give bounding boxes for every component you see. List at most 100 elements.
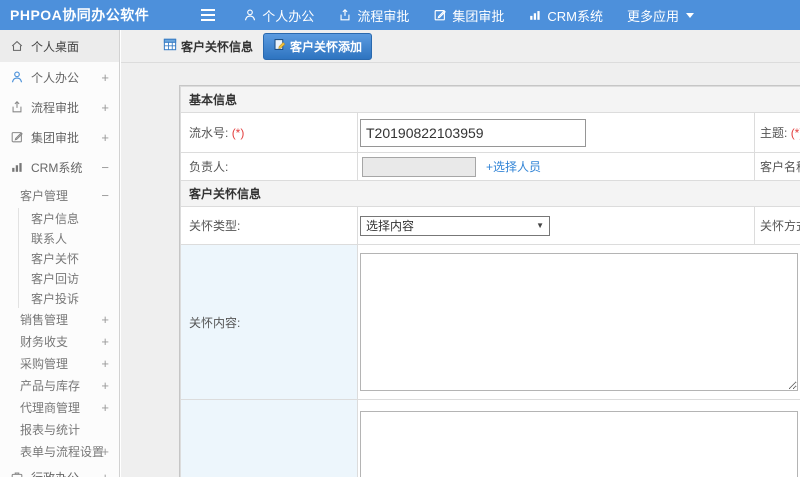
sidebar-item-label: 销售管理 — [20, 312, 69, 327]
nav-item-flow-approval[interactable]: 流程审批 — [338, 6, 409, 25]
sidebar-item-personal-office[interactable]: 个人办公 + — [0, 62, 119, 92]
caret-down-icon — [685, 12, 694, 18]
expand-icon[interactable]: + — [101, 334, 109, 349]
customer-care-form: 基本信息 流水号: (*) 主题: (*) 负责人: +选择人员 — [179, 86, 800, 477]
extra-row-label — [180, 399, 358, 477]
sidebar-item-finance[interactable]: 财务收支 + — [0, 330, 119, 352]
sidebar-item-customer-info[interactable]: 客户信息 — [19, 208, 119, 228]
sidebar-item-desktop[interactable]: 个人桌面 — [0, 30, 119, 62]
expand-icon[interactable]: + — [101, 444, 109, 459]
section-header-care-info: 客户关怀信息 — [179, 180, 800, 207]
menu-toggle-icon[interactable] — [199, 5, 217, 25]
flow-approve-icon — [338, 8, 352, 22]
nav-item-personal-office[interactable]: 个人办公 — [243, 6, 314, 25]
serial-number-cell — [357, 112, 755, 153]
required-mark: (*) — [231, 126, 245, 140]
expand-icon[interactable]: − — [101, 188, 109, 203]
sidebar-item-label: 客户回访 — [31, 271, 80, 286]
selected-option-label: 选择内容 — [366, 219, 415, 233]
sidebar-item-customer-complaint[interactable]: 客户投诉 — [19, 288, 119, 308]
sidebar-item-group-approval[interactable]: 集团审批 + — [0, 122, 119, 152]
expand-icon[interactable]: + — [101, 312, 109, 327]
edit-square-icon — [10, 130, 24, 144]
sidebar-item-form-flow-settings[interactable]: 表单与流程设置 + — [0, 440, 119, 462]
required-mark: (*) — [790, 126, 800, 140]
sidebar-item-label: 客户管理 — [20, 188, 69, 203]
sidebar-item-label: 客户关怀 — [31, 251, 80, 266]
sidebar-item-label: 流程审批 — [31, 100, 80, 115]
expand-icon[interactable]: + — [101, 400, 109, 415]
care-content-textarea[interactable] — [360, 253, 798, 391]
form-add-icon — [273, 38, 286, 54]
sidebar-item-product-inventory[interactable]: 产品与库存 + — [0, 374, 119, 396]
expand-icon[interactable]: + — [101, 470, 109, 477]
sidebar-item-sales-mgmt[interactable]: 销售管理 + — [0, 308, 119, 330]
nav-label: 个人办公 — [262, 8, 315, 24]
sidebar-item-customer-revisit[interactable]: 客户回访 — [19, 268, 119, 288]
tab-care-add[interactable]: 客户关怀添加 — [263, 32, 373, 60]
expand-icon[interactable]: − — [101, 160, 109, 175]
nav-item-group-approval[interactable]: 集团审批 — [433, 6, 504, 25]
sidebar-item-admin-office[interactable]: 行政办公 + — [0, 462, 119, 477]
sidebar-item-purchase-mgmt[interactable]: 采购管理 + — [0, 352, 119, 374]
sidebar-item-reports-stats[interactable]: 报表与统计 — [0, 418, 119, 440]
serial-number-label: 流水号: (*) — [180, 112, 358, 153]
form-panel: 基本信息 流水号: (*) 主题: (*) 负责人: +选择人员 — [179, 85, 800, 477]
care-method-label: 关怀方式: — [754, 206, 800, 245]
extra-content-cell — [356, 399, 800, 477]
expand-icon[interactable]: + — [101, 100, 109, 115]
sidebar-item-label: 采购管理 — [20, 356, 69, 371]
sidebar-item-flow-approval[interactable]: 流程审批 + — [0, 92, 119, 122]
expand-icon[interactable]: + — [101, 130, 109, 145]
tab-bar: 客户关怀信息 客户关怀添加 — [121, 30, 800, 63]
section-header-basic-info: 基本信息 — [179, 86, 800, 113]
briefcase-icon — [10, 470, 24, 477]
nav-label: 更多应用 — [626, 8, 679, 24]
sidebar-item-label: 个人办公 — [31, 70, 80, 85]
owner-cell: +选择人员 — [357, 152, 755, 181]
select-person-link[interactable]: +选择人员 — [486, 160, 541, 174]
extra-content-textarea[interactable] — [360, 411, 798, 477]
care-type-label: 关怀类型: — [180, 206, 358, 245]
tab-label: 客户关怀信息 — [181, 39, 254, 54]
care-type-select[interactable]: 选择内容 ▼ — [360, 215, 550, 236]
nav-label: CRM系统 — [547, 8, 603, 24]
expand-icon[interactable]: + — [101, 378, 109, 393]
sidebar-item-agent-mgmt[interactable]: 代理商管理 + — [0, 396, 119, 418]
user-icon — [10, 70, 24, 84]
nav-item-more-apps[interactable]: 更多应用 — [627, 6, 694, 25]
expand-icon[interactable]: + — [101, 70, 109, 85]
customer-mgmt-submenu: 客户信息 联系人 客户关怀 客户回访 客户投诉 — [18, 208, 119, 308]
caret-down-icon: ▼ — [536, 221, 544, 230]
sidebar-item-contacts[interactable]: 联系人 — [19, 228, 119, 248]
owner-input[interactable] — [362, 156, 476, 177]
top-navbar: PHPOA协同办公软件 个人办公 流程审批 集团审批 CRM系统 更多应用 — [0, 0, 800, 30]
user-icon — [243, 8, 257, 22]
sidebar-item-label: 产品与库存 — [20, 378, 81, 393]
sidebar-item-crm[interactable]: CRM系统 − — [0, 152, 119, 182]
sidebar-item-label: CRM系统 — [31, 160, 83, 175]
edit-square-icon — [433, 8, 447, 22]
customer-name-label: 客户名称: (*) — [754, 152, 800, 181]
subject-label: 主题: (*) — [754, 112, 800, 153]
bar-chart-icon — [10, 160, 24, 174]
sidebar-item-label: 个人桌面 — [31, 39, 80, 54]
sidebar-item-customer-care[interactable]: 客户关怀 — [19, 248, 119, 268]
sidebar-item-label: 集团审批 — [31, 130, 80, 145]
sidebar-item-label: 代理商管理 — [20, 400, 81, 415]
app-logo: PHPOA协同办公软件 — [10, 7, 150, 23]
care-content-cell — [356, 244, 800, 400]
sidebar-item-label: 报表与统计 — [20, 422, 81, 437]
tab-care-info[interactable]: 客户关怀信息 — [161, 35, 255, 58]
expand-icon[interactable]: + — [101, 356, 109, 371]
flow-approve-icon — [10, 100, 24, 114]
main-content-area: 客户关怀信息 客户关怀添加 基本信息 流水号: (*) 主题: (*) — [121, 30, 800, 477]
sidebar-item-label: 联系人 — [31, 231, 68, 246]
sidebar-item-label: 表单与流程设置 — [20, 444, 105, 459]
sidebar-item-customer-mgmt[interactable]: 客户管理 − — [0, 182, 119, 208]
nav-item-crm[interactable]: CRM系统 — [528, 6, 603, 25]
serial-number-input[interactable] — [360, 118, 586, 147]
nav-label: 流程审批 — [357, 8, 410, 24]
nav-label: 集团审批 — [452, 8, 505, 24]
care-content-label: 关怀内容: — [180, 244, 358, 400]
